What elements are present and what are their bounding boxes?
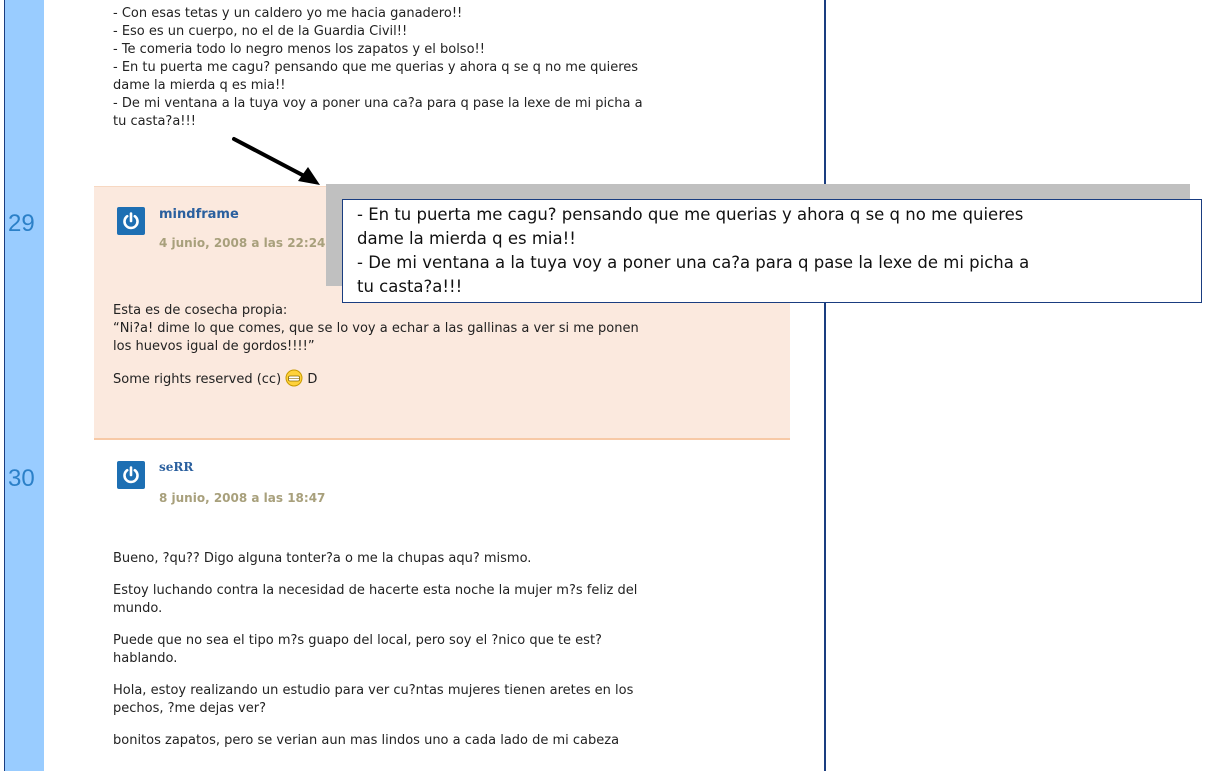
comment-date[interactable]: 4 junio, 2008 a las 22:24 bbox=[159, 236, 325, 250]
comment-date[interactable]: 8 junio, 2008 a las 18:47 bbox=[159, 491, 325, 505]
comment-number: 29 bbox=[8, 210, 35, 237]
comment-author-link[interactable]: seRR bbox=[159, 460, 193, 474]
comment-paragraph: Hola, estoy realizando un estudio para v… bbox=[113, 682, 763, 718]
comment-line: mundo. bbox=[113, 601, 163, 616]
callout-line: - En tu puerta me cagu? pensando que me … bbox=[357, 205, 1024, 224]
previous-comment-body: - Con esas tetas y un caldero yo me haci… bbox=[113, 5, 763, 131]
comment-line: - De mi ventana a la tuya voy a poner un… bbox=[113, 96, 643, 111]
comment-line: los huevos igual de gordos!!!!” bbox=[113, 339, 315, 354]
comment-29-body: Esta es de cosecha propia: “Ni?a! dime l… bbox=[113, 302, 763, 389]
callout-line: dame la mierda q es mia!! bbox=[357, 229, 576, 248]
comment-line: Hola, estoy realizando un estudio para v… bbox=[113, 683, 634, 698]
comment-paragraph: bonitos zapatos, pero se verian aun mas … bbox=[113, 732, 763, 750]
rights-text: Some rights reserved (cc) bbox=[113, 372, 282, 387]
comment-30-body: Bueno, ?qu?? Digo alguna tonter?a o me l… bbox=[113, 550, 763, 750]
rights-suffix: D bbox=[307, 372, 318, 387]
comment-paragraph: Puede que no sea el tipo m?s guapo del l… bbox=[113, 632, 763, 668]
comment-number: 30 bbox=[8, 465, 35, 492]
comment-line: tu casta?a!!! bbox=[113, 114, 196, 129]
comment-line: - Eso es un cuerpo, no el de la Guardia … bbox=[113, 24, 408, 39]
comment-line: - Con esas tetas y un caldero yo me haci… bbox=[113, 6, 463, 21]
grinning-emoticon-icon bbox=[285, 369, 303, 387]
comment-line: Estoy luchando contra la necesidad de ha… bbox=[113, 583, 638, 598]
left-sidebar-strip bbox=[5, 0, 44, 771]
callout-line: tu casta?a!!! bbox=[357, 277, 463, 296]
comment-line: - Te comeria todo lo negro menos los zap… bbox=[113, 42, 485, 57]
comment-line: - En tu puerta me cagu? pensando que me … bbox=[113, 60, 639, 75]
arrow-icon bbox=[232, 137, 320, 185]
power-icon bbox=[123, 466, 139, 484]
comment-line: pechos, ?me dejas ver? bbox=[113, 701, 266, 716]
callout-line: - De mi ventana a la tuya voy a poner un… bbox=[357, 253, 1030, 272]
comment-line: “Ni?a! dime lo que comes, que se lo voy … bbox=[113, 321, 639, 336]
content-right-border bbox=[824, 0, 826, 771]
comment-author-link[interactable]: mindframe bbox=[159, 207, 239, 222]
comment-intro: Esta es de cosecha propia: bbox=[113, 303, 288, 318]
author-avatar[interactable] bbox=[117, 207, 145, 235]
comment-paragraph: Estoy luchando contra la necesidad de ha… bbox=[113, 582, 763, 618]
comment-line: dame la mierda q es mia!! bbox=[113, 78, 286, 93]
comment-line: bonitos zapatos, pero se verian aun mas … bbox=[113, 733, 620, 748]
author-avatar[interactable] bbox=[117, 461, 145, 489]
comment-line: hablando. bbox=[113, 651, 178, 666]
comment-paragraph: Bueno, ?qu?? Digo alguna tonter?a o me l… bbox=[113, 550, 763, 568]
comment-footer: Some rights reserved (cc) D bbox=[113, 369, 763, 389]
comment-line: Puede que no sea el tipo m?s guapo del l… bbox=[113, 633, 602, 648]
zoom-callout: - En tu puerta me cagu? pensando que me … bbox=[342, 199, 1202, 303]
power-icon bbox=[123, 212, 139, 230]
comment-line: Bueno, ?qu?? Digo alguna tonter?a o me l… bbox=[113, 551, 532, 566]
